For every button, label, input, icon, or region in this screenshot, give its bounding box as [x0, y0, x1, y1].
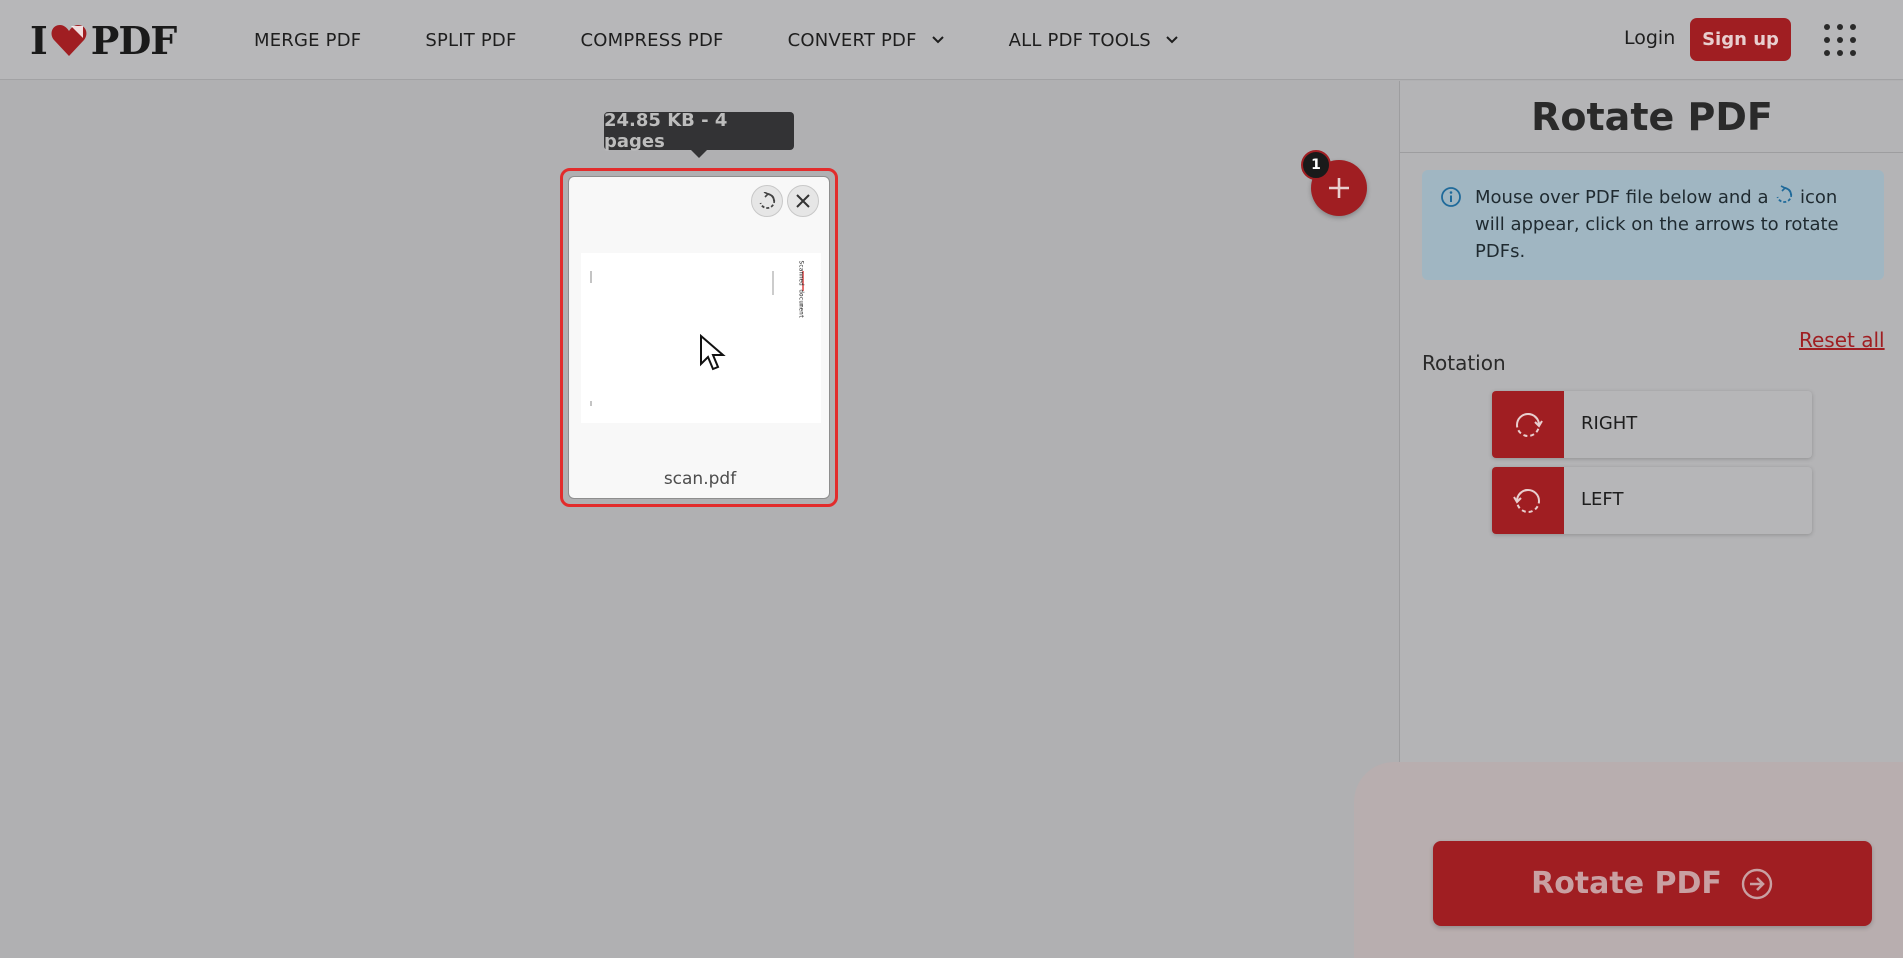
- apps-grid-icon[interactable]: [1822, 22, 1858, 58]
- nav-merge-pdf[interactable]: MERGE PDF: [254, 30, 361, 51]
- info-icon: [1441, 187, 1461, 207]
- nav-convert-pdf[interactable]: CONVERT PDF: [788, 30, 945, 51]
- rotate-clockwise-icon: [1516, 412, 1543, 437]
- remove-file-button[interactable]: [787, 185, 819, 217]
- main-nav: MERGE PDF SPLIT PDF COMPRESS PDF CONVERT…: [254, 0, 1243, 80]
- rotate-right-label: RIGHT: [1581, 413, 1638, 434]
- rotate-left-label: LEFT: [1581, 489, 1624, 510]
- reset-all-link[interactable]: Reset all: [1799, 328, 1885, 352]
- info-text-start: Mouse over PDF file below and a: [1475, 187, 1769, 208]
- thumbnail-rotated-text: Scanned document: [797, 260, 805, 319]
- sidebar-divider: [1400, 152, 1903, 153]
- rotate-counterclockwise-icon: [1513, 488, 1540, 513]
- plus-icon: [1329, 178, 1349, 198]
- info-text: Mouse over PDF file below and a icon wil…: [1475, 184, 1870, 265]
- mouse-cursor-icon: [700, 334, 726, 371]
- rotate-left-icon-box: [1492, 467, 1564, 534]
- rotate-left-button[interactable]: LEFT: [1492, 467, 1812, 534]
- logo-word-pdf: PDF: [90, 17, 178, 63]
- rotate-pdf-submit-label: Rotate PDF: [1531, 866, 1722, 901]
- rotate-file-button[interactable]: [751, 185, 783, 217]
- rotate-pdf-submit-button[interactable]: Rotate PDF: [1433, 841, 1872, 926]
- signup-button[interactable]: Sign up: [1690, 18, 1791, 61]
- nav-all-pdf-tools[interactable]: ALL PDF TOOLS: [1009, 30, 1179, 51]
- rotate-right-icon-box: [1492, 391, 1564, 458]
- file-info-tooltip: 24.85 KB - 4 pages: [604, 110, 794, 158]
- nav-compress-pdf[interactable]: COMPRESS PDF: [581, 30, 724, 51]
- arrow-right-circle-icon: [1741, 868, 1773, 899]
- nav-split-pdf[interactable]: SPLIT PDF: [425, 30, 516, 51]
- sidebar-title: Rotate PDF: [1531, 95, 1773, 139]
- chevron-down-icon: [1166, 36, 1178, 44]
- chevron-down-icon: [931, 36, 944, 44]
- rotation-label: Rotation: [1422, 351, 1506, 375]
- login-link[interactable]: Login: [1624, 27, 1675, 49]
- logo-letter-i: I: [30, 17, 48, 63]
- top-header: I PDF MERGE PDF SPLIT PDF COMPRESS PDF C…: [0, 0, 1903, 80]
- ilovepdf-logo[interactable]: I PDF: [30, 17, 178, 63]
- heart-icon: [51, 25, 87, 56]
- file-name: scan.pdf: [663, 469, 737, 489]
- file-count-badge: 1: [1301, 150, 1331, 180]
- rotate-icon: [759, 192, 776, 209]
- rotate-right-button[interactable]: RIGHT: [1492, 391, 1812, 458]
- info-box: Mouse over PDF file below and a icon wil…: [1422, 170, 1884, 280]
- rotate-hint-icon: [1776, 185, 1793, 203]
- close-icon: [796, 194, 810, 208]
